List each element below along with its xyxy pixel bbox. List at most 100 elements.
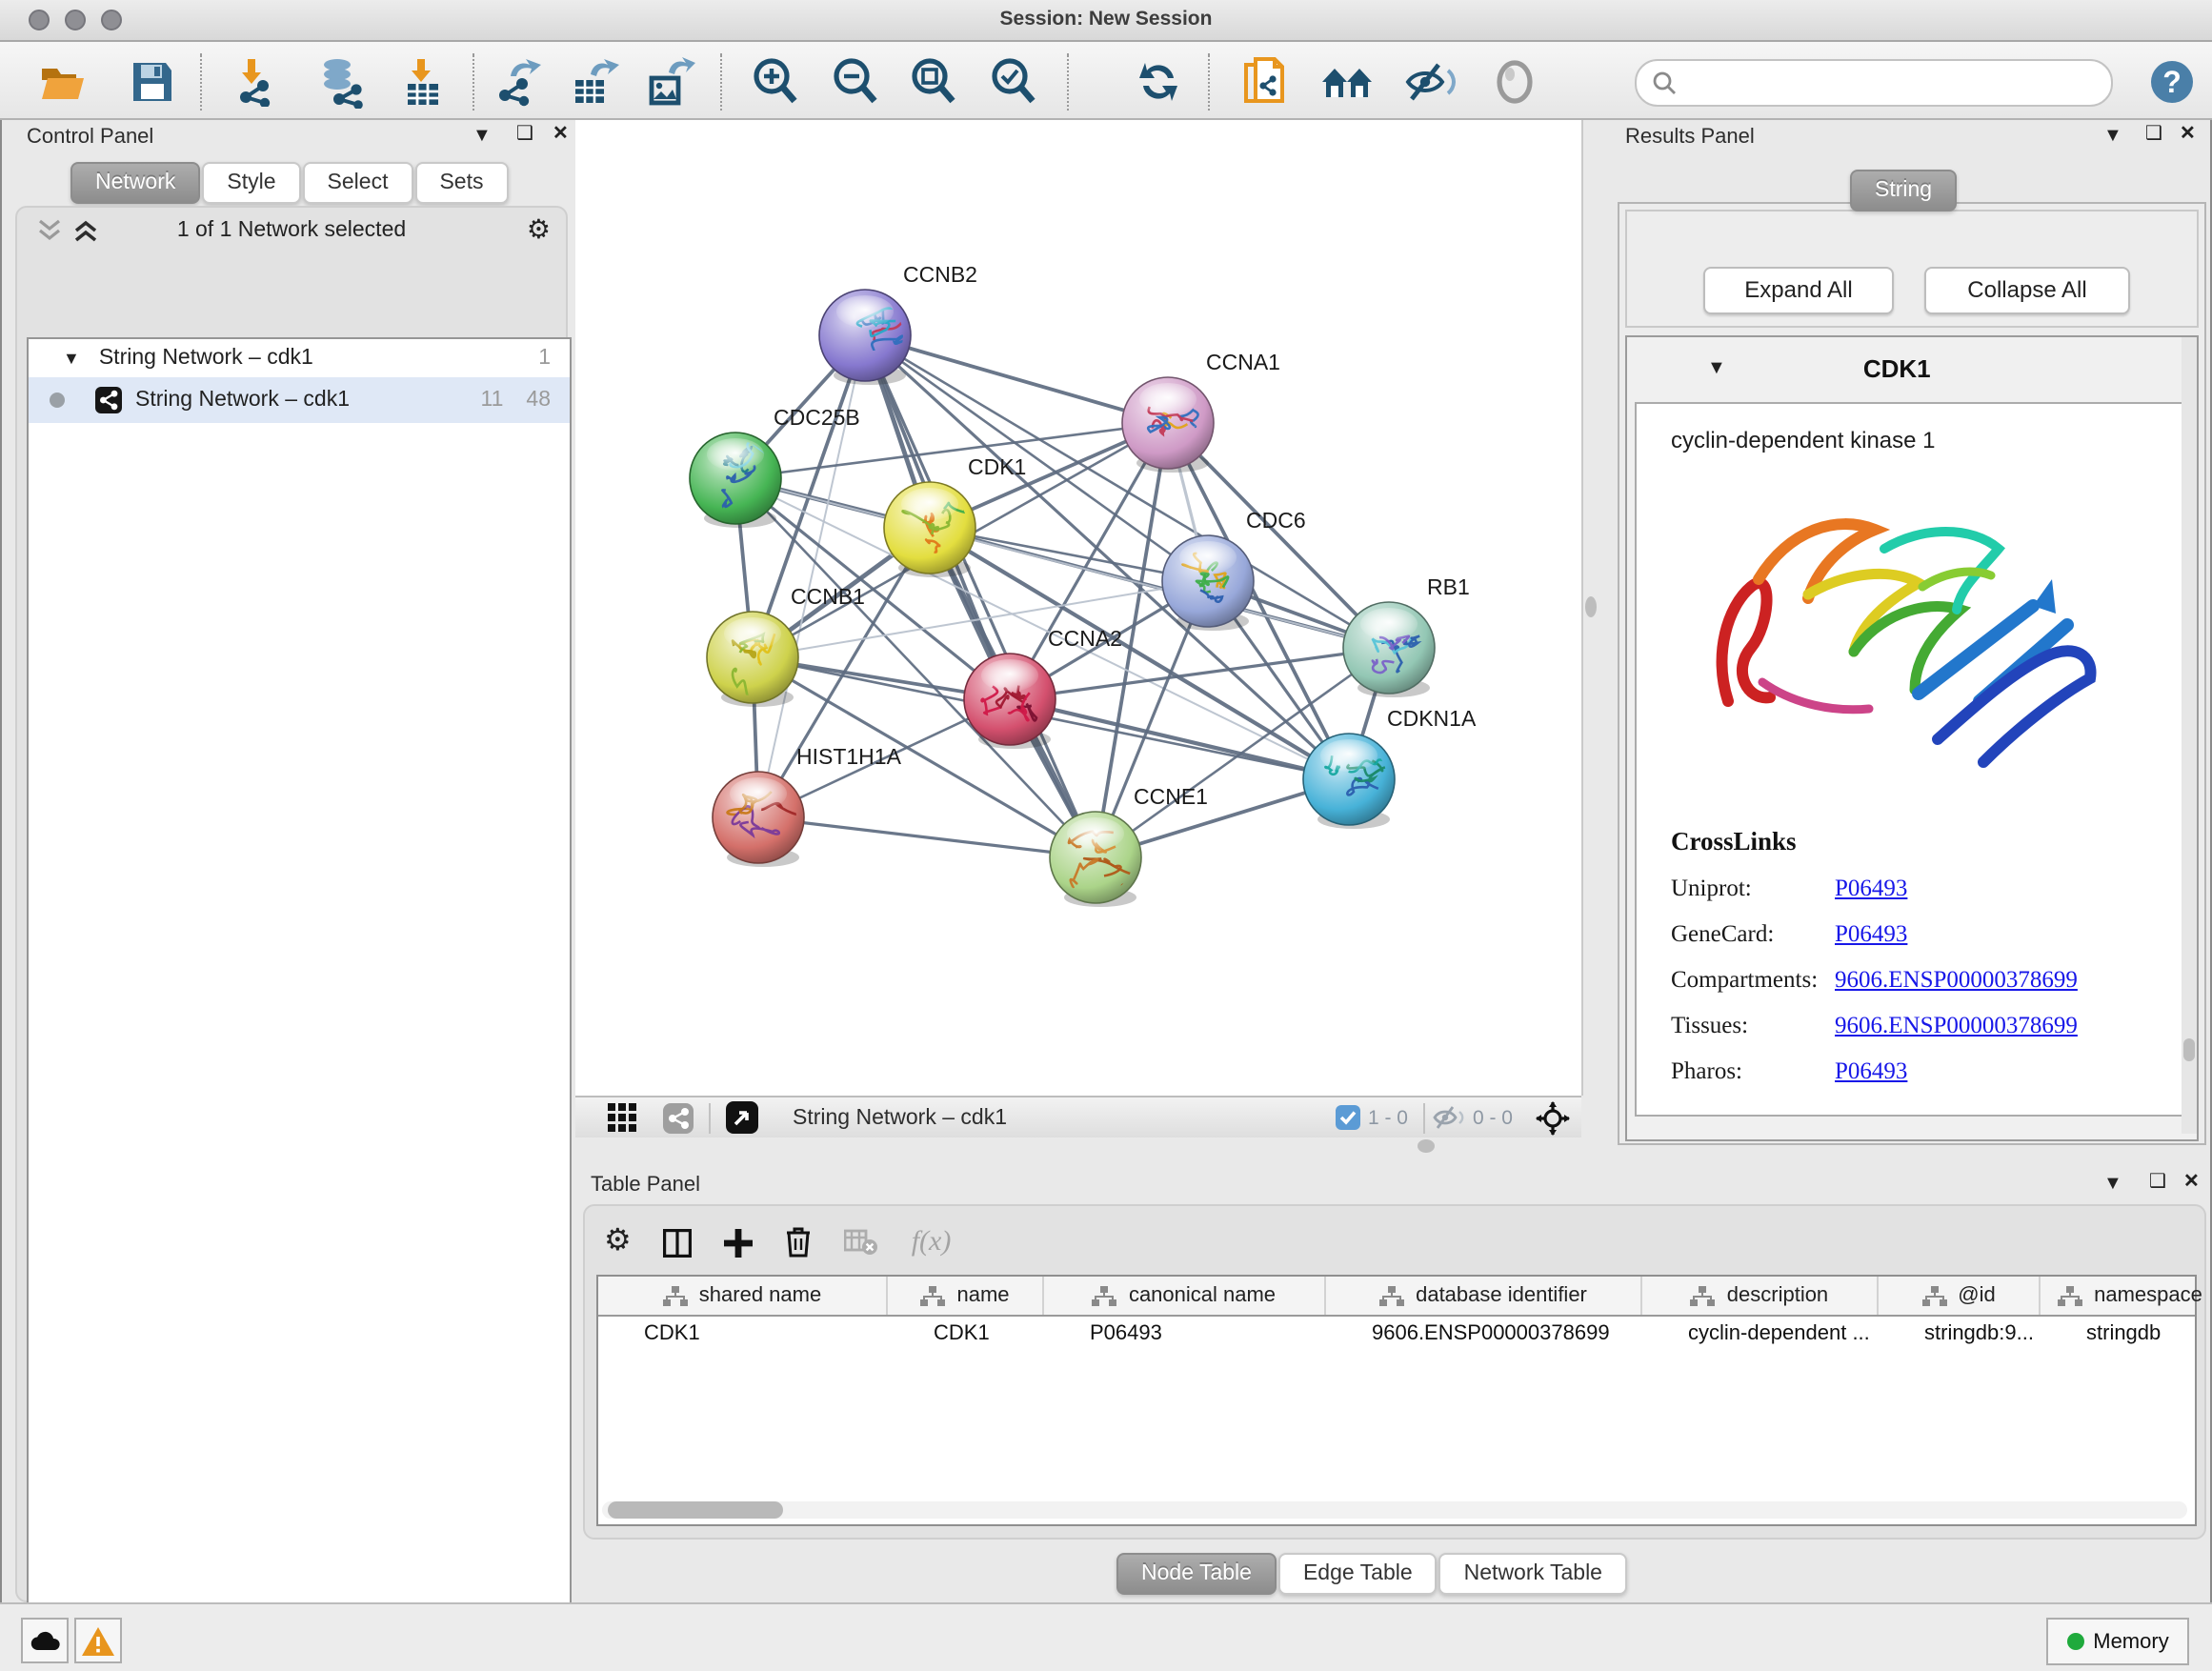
hide-graphics-button[interactable] — [1404, 55, 1458, 109]
string-network-graph[interactable]: CDK1CCNB2CCNA1CDC25BCDC6RB1CCNB1CCNA2CDK… — [575, 120, 1581, 1096]
network-canvas[interactable]: CDK1CCNB2CCNA1CDC25BCDC6RB1CCNB1CCNA2CDK… — [575, 120, 1583, 1096]
expand-all-button[interactable]: Expand All — [1703, 267, 1894, 314]
column-header-id[interactable]: @id — [1879, 1277, 2041, 1315]
table-cell[interactable]: CDK1 — [888, 1321, 1044, 1344]
cloud-icon — [30, 1630, 60, 1651]
birdseye-view-icon[interactable] — [726, 1101, 758, 1134]
minimize-window-button[interactable] — [65, 10, 86, 30]
node-HIST1H1A[interactable]: HIST1H1A — [713, 744, 902, 867]
crosslink-row: Tissues:9606.ENSP00000378699 — [1671, 1012, 2166, 1040]
tab-edge-table[interactable]: Edge Table — [1278, 1553, 1438, 1595]
zoom-fit-button[interactable] — [907, 55, 960, 109]
node-CCNE1[interactable]: CCNE1 — [1050, 784, 1208, 907]
tab-string[interactable]: String — [1850, 170, 1957, 211]
selected-checkbox-icon[interactable] — [1336, 1105, 1360, 1130]
crosslink-link[interactable]: 9606.ENSP00000378699 — [1835, 1012, 2078, 1040]
panel-maximize-icon[interactable]: ❑ — [516, 124, 533, 145]
tab-select[interactable]: Select — [303, 162, 413, 204]
table-cell[interactable]: 9606.ENSP00000378699 — [1326, 1321, 1642, 1344]
show-graphics-button[interactable] — [1488, 55, 1541, 109]
table-cell[interactable]: CDK1 — [598, 1321, 888, 1344]
fit-content-crosshair-icon[interactable] — [1536, 1100, 1570, 1135]
panel-close-icon[interactable]: ✕ — [2180, 124, 2196, 145]
table-options-gear-icon[interactable]: ⚙ — [604, 1227, 632, 1258]
help-button[interactable]: ? — [2145, 55, 2199, 109]
edge-CCNB2-CCNE1[interactable] — [865, 335, 1096, 857]
memory-button[interactable]: Memory — [2046, 1618, 2189, 1665]
home-pair-button[interactable] — [1320, 55, 1374, 109]
open-session-button[interactable] — [36, 55, 90, 109]
column-header-description[interactable]: description — [1642, 1277, 1879, 1315]
import-table-button[interactable] — [396, 55, 450, 109]
table-cell[interactable]: stringdb — [2041, 1321, 2212, 1344]
column-header-shared-name[interactable]: shared name — [598, 1277, 888, 1315]
crosslink-link[interactable]: P06493 — [1835, 875, 1907, 903]
table-hscrollbar[interactable] — [602, 1501, 2187, 1519]
zoom-in-button[interactable] — [749, 55, 802, 109]
zoom-out-button[interactable] — [829, 55, 882, 109]
tab-style[interactable]: Style — [202, 162, 300, 204]
collection-expander-icon[interactable]: ▼ — [63, 349, 80, 368]
tab-network-table[interactable]: Network Table — [1439, 1553, 1627, 1595]
table-row[interactable]: CDK1CDK1P064939606.ENSP00000378699cyclin… — [598, 1317, 2195, 1349]
crosslink-link[interactable]: 9606.ENSP00000378699 — [1835, 966, 2078, 995]
network-collection-row[interactable]: ▼ String Network – cdk1 1 — [29, 339, 570, 377]
panel-float-icon[interactable]: ▼ — [2103, 1174, 2122, 1195]
export-table-button[interactable] — [566, 55, 619, 109]
copy-document-button[interactable] — [1238, 55, 1292, 109]
edge-HIST1H1A-CCNE1[interactable] — [758, 817, 1096, 857]
refresh-view-button[interactable] — [1132, 55, 1185, 109]
gene-header[interactable]: ▼ CDK1 — [1627, 337, 2197, 398]
import-network-file-button[interactable] — [231, 55, 284, 109]
table-cell[interactable]: cyclin-dependent ... — [1642, 1321, 1879, 1344]
column-header-canonical-name[interactable]: canonical name — [1044, 1277, 1326, 1315]
export-network-button[interactable] — [490, 55, 543, 109]
string-view-icon[interactable] — [663, 1102, 694, 1133]
gene-expander-icon[interactable]: ▼ — [1707, 357, 1726, 378]
edge-CCNB2-CCNA1[interactable] — [865, 335, 1168, 423]
panel-close-icon[interactable]: ✕ — [2183, 1172, 2200, 1193]
network-row[interactable]: String Network – cdk1 11 48 — [29, 377, 570, 423]
node-CDKN1A[interactable]: CDKN1A — [1303, 706, 1477, 829]
zoom-window-button[interactable] — [101, 10, 122, 30]
delete-column-icon[interactable] — [786, 1227, 813, 1258]
table-hscrollbar-thumb[interactable] — [608, 1501, 783, 1519]
collapse-all-button[interactable]: Collapse All — [1924, 267, 2130, 314]
add-column-icon[interactable] — [725, 1228, 754, 1257]
network-options-gear-icon[interactable]: ⚙ — [527, 215, 551, 242]
search-input[interactable] — [1677, 64, 2111, 102]
column-header-namespace[interactable]: namespace — [2041, 1277, 2212, 1315]
zoom-selected-button[interactable] — [987, 55, 1040, 109]
column-header-name[interactable]: name — [888, 1277, 1044, 1315]
save-session-button[interactable] — [126, 55, 179, 109]
crosslink-link[interactable]: P06493 — [1835, 1057, 1907, 1086]
crosslink-link[interactable]: P06493 — [1835, 920, 1907, 949]
tab-node-table[interactable]: Node Table — [1116, 1553, 1277, 1595]
cloud-button[interactable] — [21, 1618, 69, 1663]
panel-close-icon[interactable]: ✕ — [553, 124, 569, 145]
tab-sets[interactable]: Sets — [414, 162, 508, 204]
close-window-button[interactable] — [29, 10, 50, 30]
node-table[interactable]: shared namenamecanonical namedatabase id… — [596, 1275, 2197, 1526]
node-CCNA1[interactable]: CCNA1 — [1122, 350, 1280, 473]
table-cell[interactable]: P06493 — [1044, 1321, 1326, 1344]
warnings-button[interactable] — [74, 1618, 122, 1663]
import-network-database-button[interactable] — [314, 55, 368, 109]
table-cell[interactable]: stringdb:9... — [1879, 1321, 2041, 1344]
horizontal-splitter-handle[interactable] — [1418, 1139, 1435, 1153]
tab-network[interactable]: Network — [70, 162, 200, 204]
export-image-button[interactable] — [642, 55, 695, 109]
panel-float-icon[interactable]: ▼ — [473, 126, 492, 147]
panel-maximize-icon[interactable]: ❑ — [2149, 1172, 2166, 1193]
grid-view-icon[interactable] — [608, 1103, 636, 1132]
results-scrollbar[interactable] — [2182, 337, 2197, 1134]
node-RB1[interactable]: RB1 — [1343, 574, 1470, 697]
show-columns-icon[interactable] — [664, 1228, 693, 1257]
node-CCNB2[interactable]: CCNB2 — [819, 262, 977, 385]
edge-CDC25B-RB1[interactable] — [735, 478, 1389, 648]
panel-float-icon[interactable]: ▼ — [2103, 126, 2122, 147]
results-scrollbar-thumb[interactable] — [2183, 1038, 2195, 1061]
search-field[interactable] — [1635, 59, 2113, 107]
panel-maximize-icon[interactable]: ❑ — [2145, 124, 2162, 145]
column-header-database-identifier[interactable]: database identifier — [1326, 1277, 1642, 1315]
